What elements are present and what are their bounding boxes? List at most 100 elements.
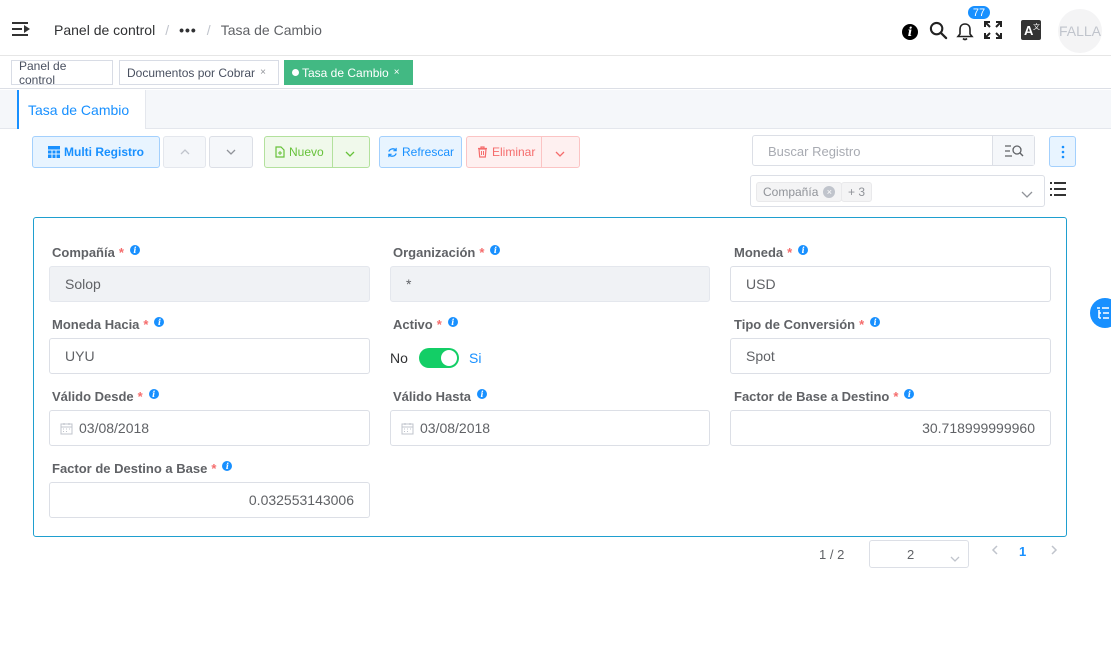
divide-rate-label: Factor de Destino a Base * i: [52, 460, 233, 476]
next-record-button[interactable]: [209, 136, 253, 168]
chevron-right-icon[interactable]: [1047, 543, 1061, 557]
hamburger-menu-icon[interactable]: [12, 22, 30, 36]
info-icon: i: [447, 316, 458, 327]
info-icon: i: [129, 244, 140, 255]
search-input[interactable]: Buscar Registro: [752, 135, 1035, 166]
refresh-icon: [387, 147, 398, 158]
previous-record-button[interactable]: [163, 136, 206, 168]
conversion-type-label: Tipo de Conversión * i: [734, 316, 881, 332]
valid-from-label: Válido Desde * i: [52, 388, 159, 404]
active-label: Activo * i: [393, 316, 458, 332]
search-placeholder: Buscar Registro: [768, 144, 861, 159]
chevron-down-icon: [950, 549, 960, 567]
record-count: 1 / 2: [819, 547, 845, 562]
page-number-current[interactable]: 1: [1019, 544, 1026, 559]
tag-tasa-de-cambio[interactable]: Tasa de Cambio ×: [284, 60, 413, 85]
chevron-down-icon[interactable]: [1021, 185, 1033, 203]
divide-rate-field[interactable]: 0.032553143006: [49, 482, 370, 518]
calendar-icon: [401, 422, 414, 435]
valid-to-date-field[interactable]: 03/08/2018: [390, 410, 710, 446]
currency-label: Moneda * i: [734, 244, 809, 260]
filter-chip-label: Compañía: [763, 185, 819, 199]
currency-to-label: Moneda Hacia * i: [52, 316, 165, 332]
multi-record-button[interactable]: Multi Registro: [32, 136, 160, 168]
filter-chip-more: + 3: [841, 182, 873, 202]
split-divider: [332, 137, 333, 167]
chevron-down-icon[interactable]: [555, 146, 565, 160]
chevron-up-icon: [180, 149, 189, 155]
breadcrumb-current: Tasa de Cambio: [220, 22, 322, 38]
tab-tasa-de-cambio[interactable]: Tasa de Cambio: [17, 90, 146, 129]
search-button[interactable]: [992, 136, 1034, 165]
language-icon[interactable]: A文: [1021, 20, 1041, 40]
conversion-type-field[interactable]: Spot: [730, 338, 1051, 374]
side-panel-button[interactable]: [1090, 298, 1111, 328]
close-icon[interactable]: ×: [260, 67, 266, 78]
tag-documentos-por-cobrar[interactable]: Documentos por Cobrar ×: [119, 60, 279, 85]
tag-label: Documentos por Cobrar: [127, 65, 256, 80]
switch-off-label: No: [390, 350, 408, 366]
chevron-left-icon[interactable]: [988, 543, 1002, 557]
calendar-icon: [60, 422, 73, 435]
new-record-button[interactable]: Nuevo: [264, 136, 370, 168]
svg-text:文: 文: [1033, 22, 1040, 31]
table-icon: [48, 146, 60, 158]
new-record-label: Nuevo: [289, 145, 324, 159]
breadcrumb-ellipsis[interactable]: •••: [179, 22, 197, 38]
active-switch[interactable]: [419, 348, 459, 368]
breadcrumb: Panel de control / ••• / Tasa de Cambio: [54, 22, 322, 38]
field-filter-select[interactable]: Compañía × + 3: [750, 175, 1045, 207]
info-icon: i: [798, 244, 809, 255]
breadcrumb-separator: /: [165, 22, 170, 38]
switch-on-label: Si: [469, 350, 482, 366]
list-icon[interactable]: [1050, 181, 1066, 197]
close-icon[interactable]: ×: [394, 67, 400, 78]
page-size-value: 2: [907, 547, 915, 562]
tag-label: Tasa de Cambio: [302, 65, 389, 80]
close-icon[interactable]: ×: [823, 186, 836, 198]
notification-badge: 77: [967, 5, 991, 20]
info-icon[interactable]: i: [900, 22, 920, 42]
valid-from-date-field[interactable]: 03/08/2018: [49, 410, 370, 446]
multiply-rate-field[interactable]: 30.718999999960: [730, 410, 1051, 446]
info-icon: i: [904, 388, 915, 399]
currency-to-field[interactable]: UYU: [49, 338, 370, 374]
document-add-icon: [275, 146, 285, 158]
list-tree-icon: [1097, 307, 1109, 319]
info-icon: i: [490, 244, 501, 255]
trash-icon: [477, 146, 488, 158]
user-avatar[interactable]: FALLA: [1058, 9, 1102, 53]
company-field[interactable]: Solop: [49, 266, 370, 302]
organization-field[interactable]: *: [390, 266, 710, 302]
organization-label: Organización * i: [393, 244, 501, 260]
tag-panel-de-control[interactable]: Panel de control: [11, 58, 113, 87]
delete-label: Eliminar: [492, 145, 536, 159]
multiply-rate-label: Factor de Base a Destino * i: [734, 388, 915, 404]
fullscreen-icon[interactable]: [983, 20, 1003, 40]
currency-field[interactable]: USD: [730, 266, 1051, 302]
multi-record-label: Multi Registro: [64, 145, 144, 159]
tag-label: Panel de control: [19, 58, 67, 87]
refresh-button[interactable]: Refrescar: [379, 136, 462, 168]
more-options-button[interactable]: [1049, 136, 1076, 167]
search-list-icon: [1004, 144, 1023, 157]
more-vertical-icon: [1061, 145, 1064, 158]
valid-to-label: Válido Hasta i: [393, 388, 488, 404]
chevron-down-icon[interactable]: [345, 146, 355, 160]
info-icon: i: [477, 388, 488, 399]
filter-chip-compania: Compañía ×: [756, 182, 843, 202]
switch-knob: [441, 350, 457, 366]
company-label: Compañía * i: [52, 244, 140, 260]
info-icon: i: [870, 316, 881, 327]
delete-button[interactable]: Eliminar: [466, 136, 580, 168]
refresh-label: Refrescar: [401, 145, 454, 159]
chevron-down-icon: [226, 149, 236, 155]
bell-icon[interactable]: [955, 21, 975, 41]
split-divider: [541, 137, 542, 167]
info-icon: i: [154, 316, 165, 327]
breadcrumb-home[interactable]: Panel de control: [54, 22, 155, 38]
page-size-select[interactable]: 2: [869, 540, 969, 568]
info-icon: i: [222, 460, 233, 471]
breadcrumb-separator: /: [206, 22, 211, 38]
search-icon[interactable]: [928, 20, 948, 40]
